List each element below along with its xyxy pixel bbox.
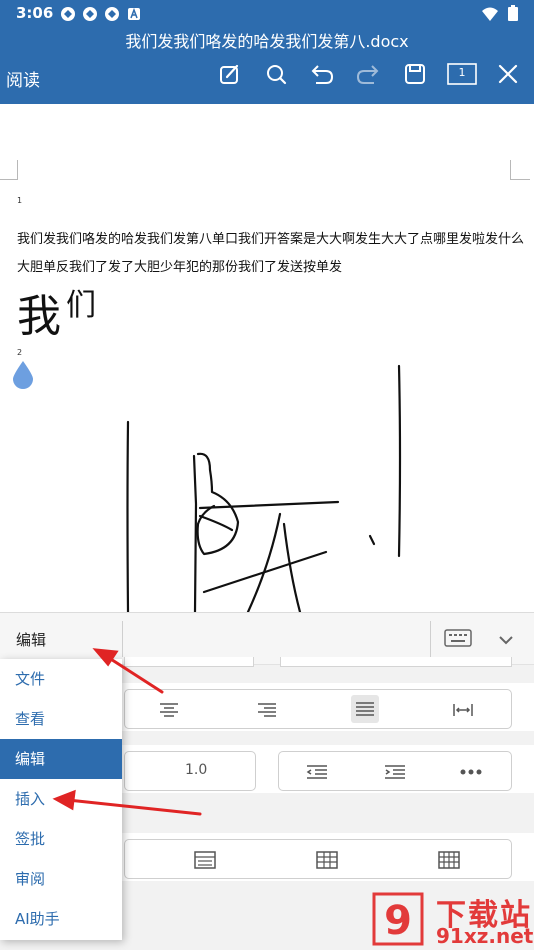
page-count-badge: 1 [458,66,466,79]
more-icon[interactable] [459,762,483,782]
text-a-icon [126,6,142,22]
align-right-icon[interactable] [255,700,279,720]
menu-item-insert[interactable]: 插入 [0,779,122,819]
indent-decrease-icon[interactable] [305,762,329,782]
redo-icon[interactable] [354,60,382,88]
menu-item-review[interactable]: 审阅 [0,859,122,899]
status-bar: 3:06 [0,0,534,26]
menu-item-annotate[interactable]: 签批 [0,819,122,859]
status-time: 3:06 [16,4,54,22]
line-spacing-field[interactable]: 1.0 [124,751,256,791]
table-style-icon[interactable] [437,850,461,870]
document-title: 我们发我们咯发的哈发我们发第八.docx [125,32,409,51]
align-center-icon[interactable] [157,700,181,720]
undo-icon[interactable] [308,60,336,88]
watermark-logo-icon: 9 [372,892,424,946]
watermark-url: 91xz.net [436,924,534,948]
table-style-icon[interactable] [315,850,339,870]
indent-group [278,751,512,791]
distribute-icon[interactable] [451,700,475,720]
find-icon[interactable] [262,60,290,88]
chevron-down-icon[interactable] [498,631,514,650]
align-justify-icon[interactable] [351,695,379,723]
save-icon[interactable] [401,60,429,88]
close-icon[interactable] [494,60,522,88]
menu-item-ai-assistant[interactable]: AI助手 [0,899,122,939]
page-count-icon[interactable]: 1 [446,60,478,88]
handwriting-drawing[interactable] [0,104,534,612]
wifi-icon [482,6,498,25]
edit-header-row: 编辑 [0,613,534,667]
edit-pen-icon[interactable] [216,60,244,88]
read-mode-label[interactable]: 阅读 [6,66,40,91]
app-notification-icon [82,6,98,22]
line-spacing-value: 1.0 [185,762,208,778]
table-style-group [124,839,512,879]
battery-icon [508,5,518,25]
app-notification-icon [60,6,76,22]
keyboard-icon[interactable] [444,629,472,651]
menu-item-view[interactable]: 查看 [0,699,122,739]
svg-text:9: 9 [384,898,412,944]
table-style-icon[interactable] [193,850,217,870]
document-page[interactable]: 1 我们发我们咯发的哈发我们发第八单口我们开答案是大大啊发生大大了点哪里发啦发什… [0,104,534,612]
tab-menu-dropdown: 文件 查看 编辑 插入 签批 审阅 AI助手 [0,659,122,940]
menu-item-edit[interactable]: 编辑 [0,739,122,779]
alignment-group [124,689,512,729]
app-notification-icon [104,6,120,22]
app-header: 3:06 我们发我们咯发的哈发我们发第八.docx 阅读 1 [0,0,534,104]
edit-tab-label[interactable]: 编辑 [16,629,46,650]
indent-increase-icon[interactable] [383,762,407,782]
site-watermark: 9 下载站 91xz.net [366,888,534,950]
menu-item-file[interactable]: 文件 [0,659,122,699]
